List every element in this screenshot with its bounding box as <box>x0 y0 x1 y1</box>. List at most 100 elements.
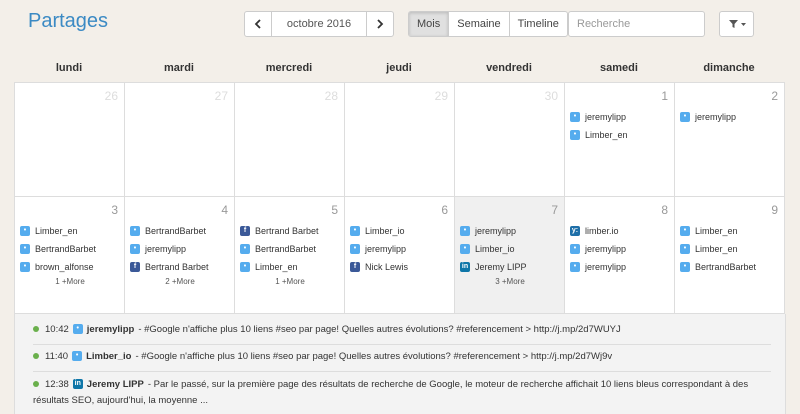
share-entry[interactable]: • BertrandBarbet <box>130 222 230 240</box>
twitter-icon: • <box>680 112 690 122</box>
day-number: 5 <box>331 203 338 217</box>
share-entry[interactable]: • Limber_en <box>680 240 780 258</box>
share-entry[interactable]: • BertrandBarbet <box>240 240 340 258</box>
current-month-label[interactable]: octobre 2016 <box>272 12 366 36</box>
twitter-icon: • <box>240 244 250 254</box>
share-entry[interactable]: f Bertrand Barbet <box>130 258 230 276</box>
calendar-day-cell[interactable]: 7 • jeremylipp • Limber_io in Jeremy LIPP 3 +Mo… <box>455 197 565 314</box>
filter-dropdown-button[interactable] <box>719 11 754 37</box>
feed-item[interactable]: 11:40 • Limber_io - #Google n'affiche plus … <box>33 349 771 365</box>
weekday-label: vendredi <box>486 62 532 74</box>
calendar-day-cell[interactable]: 3 • Limber_en • BertrandBarbet • brown_alfonse… <box>15 197 125 314</box>
twitter-icon: • <box>20 244 30 254</box>
twitter-icon: • <box>680 244 690 254</box>
limber-icon: y: <box>570 226 580 236</box>
share-account-label: BertrandBarbet <box>695 262 757 272</box>
share-entry[interactable]: f Bertrand Barbet <box>240 222 340 240</box>
view-timeline-button[interactable]: Timeline <box>508 12 567 36</box>
more-link[interactable]: 3 +More <box>460 277 560 286</box>
day-number: 2 <box>771 89 778 103</box>
calendar-day-cell[interactable]: 27 <box>125 83 235 197</box>
twitter-icon: • <box>460 226 470 236</box>
calendar-day-cell[interactable]: 28 <box>235 83 345 197</box>
more-link[interactable]: 2 +More <box>130 277 230 286</box>
weekday-header: lundi mardi mercredi jeudi vendredi same… <box>14 62 784 74</box>
calendar-day-cell[interactable]: 5 f Bertrand Barbet • BertrandBarbet • Limber_… <box>235 197 345 314</box>
more-link[interactable]: 1 +More <box>240 277 340 286</box>
share-entry[interactable]: • jeremylipp <box>570 258 670 276</box>
share-entry[interactable]: f Nick Lewis <box>350 258 450 276</box>
weekday-label: mardi <box>164 62 194 74</box>
twitter-icon: • <box>240 262 250 272</box>
weekday-label: mercredi <box>265 62 313 74</box>
share-account-label: jeremylipp <box>365 244 407 254</box>
day-number: 27 <box>214 89 228 103</box>
day-number: 1 <box>661 89 668 103</box>
share-entry[interactable]: • jeremylipp <box>460 222 560 240</box>
twitter-icon: • <box>570 262 580 272</box>
calendar-day-cell[interactable]: 30 <box>455 83 565 197</box>
day-number: 29 <box>434 89 448 103</box>
share-account-label: Limber_en <box>35 226 78 236</box>
share-account-label: Limber_io <box>475 244 515 254</box>
share-entry[interactable]: • jeremylipp <box>350 240 450 258</box>
twitter-icon: • <box>350 226 360 236</box>
feed-author[interactable]: Limber_io <box>86 351 131 362</box>
share-account-label: BertrandBarbet <box>35 244 97 254</box>
twitter-icon: • <box>460 244 470 254</box>
calendar-day-cell[interactable]: 26 <box>15 83 125 197</box>
prev-month-button[interactable] <box>245 12 272 36</box>
feed-author[interactable]: jeremylipp <box>87 324 135 335</box>
share-account-label: jeremylipp <box>585 112 627 122</box>
next-month-button[interactable] <box>366 12 393 36</box>
feed-item[interactable]: 12:38 in Jeremy LIPP - Par le passé, sur la… <box>33 377 771 409</box>
day-number: 28 <box>324 89 338 103</box>
share-entry[interactable]: in Jeremy LIPP <box>460 258 560 276</box>
calendar-day-cell[interactable]: 4 • BertrandBarbet • jeremylipp f Bertrand Bar… <box>125 197 235 314</box>
share-entry[interactable]: • brown_alfonse <box>20 258 120 276</box>
share-entry[interactable]: • Limber_en <box>240 258 340 276</box>
calendar-day-cell[interactable]: 9 • Limber_en • Limber_en • BertrandBarbet <box>675 197 785 314</box>
share-entry[interactable]: • jeremylipp <box>570 240 670 258</box>
search-input[interactable] <box>569 12 727 36</box>
feed-time: 11:40 <box>45 351 69 362</box>
calendar-day-cell[interactable]: 1 • jeremylipp • Limber_en <box>565 83 675 197</box>
view-month-button[interactable]: Mois <box>409 12 449 36</box>
view-week-button[interactable]: Semaine <box>448 12 508 36</box>
share-entry[interactable]: • Limber_en <box>680 222 780 240</box>
share-account-label: limber.io <box>585 226 619 236</box>
calendar-day-cell[interactable]: 29 <box>345 83 455 197</box>
share-account-label: Limber_en <box>695 226 738 236</box>
twitter-icon: • <box>72 324 83 335</box>
twitter-icon: • <box>570 112 580 122</box>
calendar-day-cell[interactable]: 2 • jeremylipp <box>675 83 785 197</box>
share-entry[interactable]: y: limber.io <box>570 222 670 240</box>
share-entry[interactable]: • BertrandBarbet <box>20 240 120 258</box>
search-box <box>568 11 739 37</box>
feed-divider <box>33 371 771 372</box>
feed-item[interactable]: 10:42 • jeremylipp - #Google n'affiche plus… <box>33 322 771 338</box>
share-entry[interactable]: • Limber_en <box>20 222 120 240</box>
calendar-day-cell[interactable]: 8 y: limber.io • jeremylipp • jeremylipp <box>565 197 675 314</box>
share-account-label: jeremylipp <box>475 226 517 236</box>
calendar-day-cell[interactable]: 6 • Limber_io • jeremylipp f Nick Lewis <box>345 197 455 314</box>
share-account-label: BertrandBarbet <box>145 226 207 236</box>
share-entry[interactable]: • Limber_en <box>570 126 670 144</box>
facebook-icon: f <box>130 262 140 272</box>
share-account-label: Bertrand Barbet <box>145 262 209 272</box>
more-link[interactable]: 1 +More <box>20 277 120 286</box>
share-entry[interactable]: • BertrandBarbet <box>680 258 780 276</box>
share-entry[interactable]: • jeremylipp <box>570 108 670 126</box>
share-entry[interactable]: • jeremylipp <box>680 108 780 126</box>
feed-author[interactable]: Jeremy LIPP <box>87 379 144 390</box>
twitter-icon: • <box>72 351 83 362</box>
share-account-label: Jeremy LIPP <box>475 262 527 272</box>
share-account-label: brown_alfonse <box>35 262 94 272</box>
share-account-label: Limber_en <box>695 244 738 254</box>
feed-message: - #Google n'affiche plus 10 liens #seo p… <box>135 351 613 362</box>
share-account-label: BertrandBarbet <box>255 244 317 254</box>
weekday-label: jeudi <box>386 62 412 74</box>
share-entry[interactable]: • Limber_io <box>460 240 560 258</box>
share-entry[interactable]: • Limber_io <box>350 222 450 240</box>
share-entry[interactable]: • jeremylipp <box>130 240 230 258</box>
